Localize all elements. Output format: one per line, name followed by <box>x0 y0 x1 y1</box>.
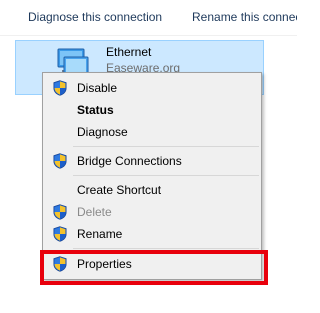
menu-item-diagnose[interactable]: Diagnose <box>43 121 261 143</box>
menu-separator <box>73 248 259 249</box>
menu-item-delete: Delete <box>43 201 261 223</box>
diagnose-connection-button[interactable]: Diagnose this connection <box>28 10 162 24</box>
uac-shield-icon <box>53 80 67 96</box>
menu-item-label: Bridge Connections <box>77 154 182 168</box>
menu-item-label: Status <box>77 103 114 117</box>
menu-item-label: Diagnose <box>77 125 128 139</box>
menu-item-label: Properties <box>77 257 132 271</box>
menu-separator <box>73 175 259 176</box>
uac-shield-icon <box>53 226 67 242</box>
menu-item-status[interactable]: Status <box>43 99 261 121</box>
menu-separator <box>73 146 259 147</box>
menu-item-bridge-connections[interactable]: Bridge Connections <box>43 150 261 172</box>
rename-connection-button[interactable]: Rename this connection <box>192 10 297 24</box>
menu-item-label: Rename <box>77 227 123 241</box>
command-bar: Diagnose this connection Rename this con… <box>0 0 297 36</box>
uac-shield-icon <box>53 153 67 169</box>
menu-item-label: Disable <box>77 81 118 95</box>
menu-item-properties[interactable]: Properties <box>43 253 261 275</box>
menu-item-label: Delete <box>77 205 112 219</box>
connection-name: Ethernet <box>106 45 152 59</box>
menu-item-create-shortcut[interactable]: Create Shortcut <box>43 179 261 201</box>
uac-shield-icon <box>53 256 67 272</box>
menu-item-label: Create Shortcut <box>77 183 162 197</box>
uac-shield-icon <box>53 204 67 220</box>
menu-item-rename[interactable]: Rename <box>43 223 261 245</box>
context-menu: Disable Status Diagnose Bridge Connectio… <box>42 72 262 280</box>
menu-item-disable[interactable]: Disable <box>43 77 261 99</box>
